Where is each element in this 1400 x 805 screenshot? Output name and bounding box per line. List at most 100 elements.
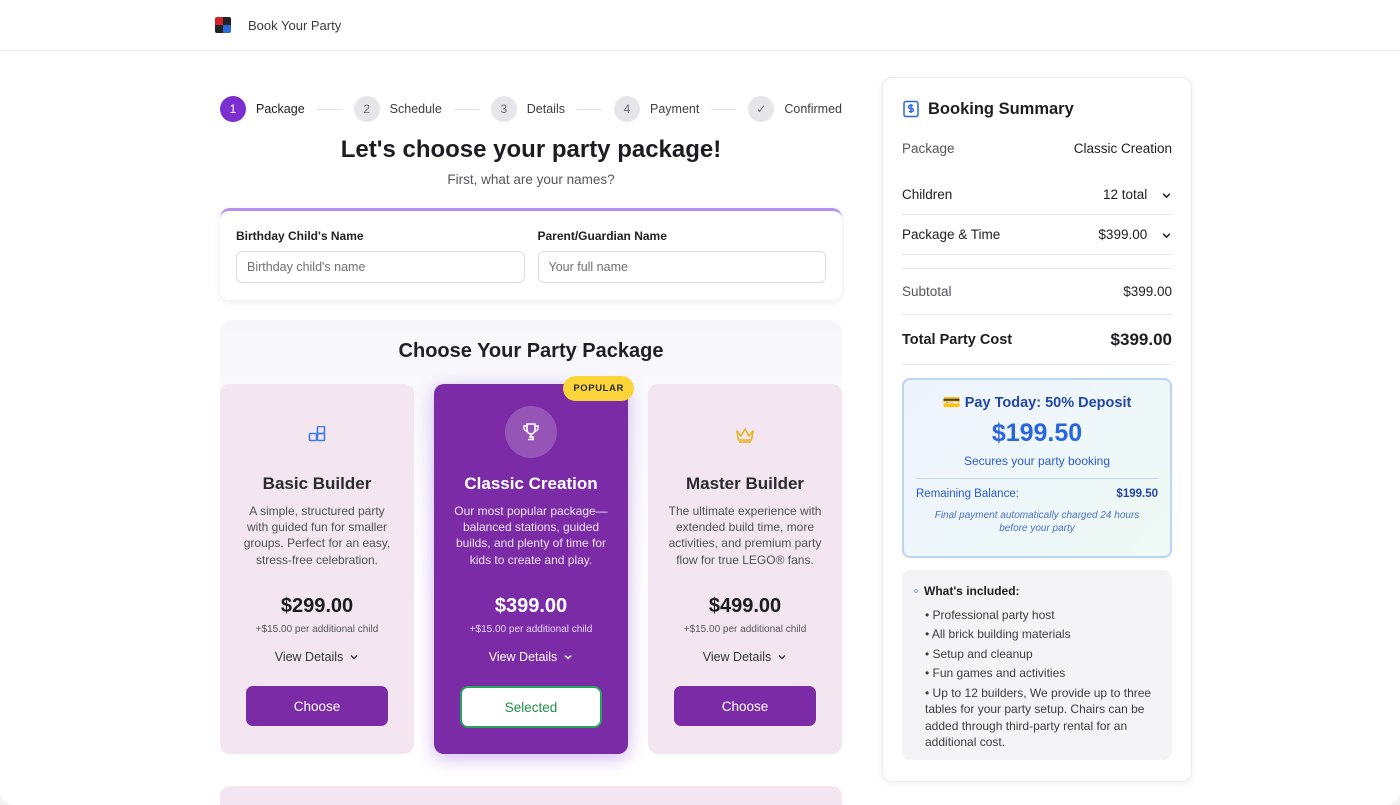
whats-included-box: What's included: • Professional party ho… [902, 570, 1172, 760]
step-confirmed[interactable]: ✓ Confirmed [748, 96, 842, 122]
deposit-divider [916, 478, 1158, 479]
package-section-heading: Choose Your Party Package [398, 340, 664, 362]
remaining-balance-value: $199.50 [1116, 488, 1158, 500]
package-extra-child-price: +$15.00 per additional child [469, 624, 593, 635]
child-name-input[interactable] [236, 251, 525, 283]
step-connector [316, 108, 342, 110]
step-number: 3 [490, 96, 517, 122]
parent-name-label: Parent/Guardian Name [537, 229, 667, 243]
summary-children-row[interactable]: Children 12 total [902, 175, 1172, 215]
chevron-down-icon [564, 655, 572, 660]
whats-included-header: What's included: [914, 584, 1160, 598]
package-description: Our most popular package—balanced statio… [454, 504, 608, 567]
summary-subtotal-row: Subtotal $399.00 [902, 269, 1172, 315]
step-label: Details [526, 102, 565, 116]
summary-total-value: $399.00 [1110, 329, 1172, 349]
summary-header: Booking Summary [902, 98, 1172, 120]
package-name: Basic Builder [262, 474, 372, 493]
brand-logo-icon[interactable] [215, 17, 231, 33]
package-card-classic-creation[interactable]: POPULAR Classic Creation Our most popula… [434, 376, 634, 754]
choose-basic-builder-button[interactable]: Choose [246, 686, 388, 726]
summary-title: Booking Summary [928, 99, 1074, 118]
progress-stepper: 1 Package 2 Schedule 3 Details 4 Payment… [220, 78, 842, 140]
credit-card-icon: 💳 [942, 395, 961, 411]
whats-included-heading: What's included: [924, 584, 1020, 598]
summary-total-label: Total Party Cost [902, 331, 1013, 348]
summary-time-label: Package & Time [902, 227, 1001, 242]
booking-summary-panel: Booking Summary Package Classic Creation… [882, 77, 1192, 782]
step-label: Schedule [389, 102, 442, 116]
view-details-toggle[interactable]: View Details [275, 650, 360, 664]
step-number: 2 [353, 96, 380, 122]
names-form-card: Birthday Child's Name Parent/Guardian Na… [220, 208, 842, 300]
package-price: $499.00 [708, 595, 782, 617]
summary-package-time-row[interactable]: Package & Time $399.00 [902, 215, 1172, 255]
list-item: • Setup and cleanup [925, 646, 1033, 661]
step-schedule[interactable]: 2 Schedule [353, 96, 442, 122]
step-label: Package [256, 102, 305, 116]
package-icon-wrap [648, 412, 842, 458]
remaining-balance-label: Remaining Balance: [916, 488, 1019, 500]
chevron-down-icon[interactable] [1161, 230, 1172, 241]
chevron-down-icon[interactable] [1161, 190, 1172, 201]
summary-children-value: 12 total [1102, 187, 1148, 202]
view-details-label: View Details [488, 650, 558, 664]
view-details-toggle[interactable]: View Details [703, 650, 788, 664]
summary-time-value: $399.00 [1098, 227, 1148, 242]
view-details-toggle[interactable]: View Details [489, 650, 574, 664]
summary-subtotal-label: Subtotal [902, 284, 952, 299]
package-card-basic-builder[interactable]: Basic Builder A simple, structured party… [220, 384, 414, 754]
deposit-amount: $199.50 [991, 419, 1083, 447]
summary-subtotal-value: $399.00 [1123, 284, 1172, 299]
summary-time-value-wrap: $399.00 [1098, 227, 1172, 242]
step-connector [577, 108, 602, 110]
summary-children-value-wrap: 12 total [1103, 187, 1172, 202]
blocks-icon [308, 426, 326, 442]
included-list: • Professional party host • All brick bu… [914, 607, 1160, 750]
summary-children-label: Children [902, 187, 953, 202]
package-description: The ultimate experience with extended bu… [668, 504, 822, 567]
summary-package-value: Classic Creation [1073, 140, 1172, 156]
child-name-field: Birthday Child's Name [236, 229, 525, 284]
page-title: Let's choose your party package! [340, 136, 722, 163]
step-details[interactable]: 3 Details [490, 96, 565, 122]
package-price: $299.00 [280, 595, 354, 617]
choose-master-builder-button[interactable]: Choose [674, 686, 816, 726]
view-details-label: View Details [274, 650, 344, 664]
step-connector [711, 108, 737, 110]
package-icon-wrap [220, 412, 414, 458]
package-cards: Basic Builder A simple, structured party… [220, 376, 842, 754]
booking-page: Book Your Party 1 Package 2 Schedule 3 D… [0, 0, 1400, 805]
selected-classic-creation-button[interactable]: Selected [460, 686, 602, 728]
package-price: $399.00 [494, 595, 568, 617]
package-extra-child-price: +$15.00 per additional child [683, 624, 807, 635]
main-content: 1 Package 2 Schedule 3 Details 4 Payment… [220, 78, 842, 805]
step-connector [453, 108, 479, 110]
next-section-card [220, 786, 842, 805]
deposit-title-row: 💳 Pay Today: 50% Deposit [916, 394, 1158, 412]
list-item: • Up to 12 builders, We provide up to th… [925, 685, 1152, 749]
dollar-receipt-icon [903, 100, 919, 118]
step-package[interactable]: 1 Package [220, 96, 305, 122]
trophy-icon [523, 423, 539, 441]
package-icon-wrap [434, 406, 628, 458]
parent-name-input[interactable] [537, 251, 826, 283]
bullet-icon [914, 589, 918, 593]
top-header: Book Your Party [0, 0, 1400, 51]
chevron-down-icon [350, 655, 358, 660]
summary-package-row: Package Classic Creation [902, 139, 1172, 157]
summary-divider [902, 255, 1172, 269]
summary-package-label: Package [902, 140, 955, 156]
list-item: • Fun games and activities [925, 666, 1066, 681]
step-payment[interactable]: 4 Payment [614, 96, 699, 122]
list-item: • Professional party host [925, 608, 1055, 622]
step-number: 4 [614, 96, 640, 122]
package-name: Classic Creation [464, 474, 598, 493]
package-card-master-builder[interactable]: Master Builder The ultimate experience w… [648, 384, 842, 754]
child-name-label: Birthday Child's Name [236, 229, 364, 243]
list-item: • All brick building materials [925, 627, 1071, 642]
brand-name[interactable]: Book Your Party [248, 18, 341, 33]
package-extra-child-price: +$15.00 per additional child [255, 624, 379, 635]
chevron-down-icon [778, 655, 786, 660]
package-description: A simple, structured party with guided f… [243, 504, 391, 567]
